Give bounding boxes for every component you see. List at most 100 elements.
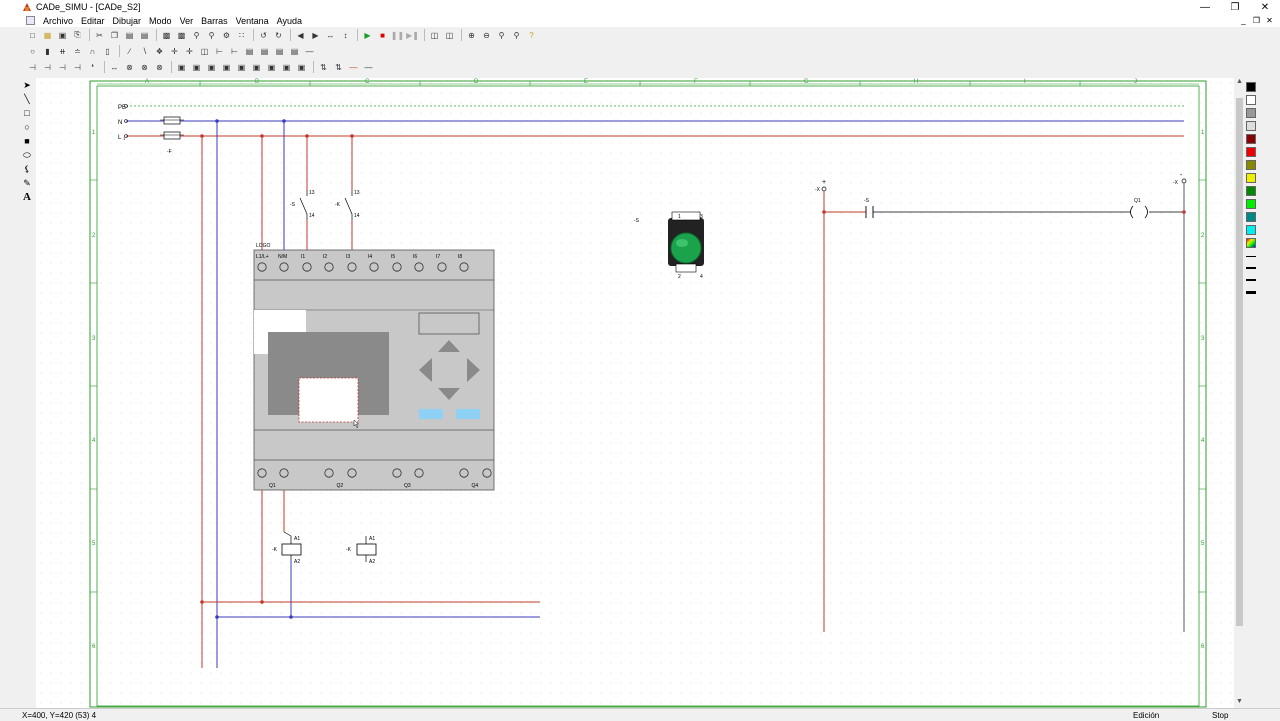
logo-input-terminal[interactable]	[302, 262, 312, 272]
color-darkred-swatch[interactable]	[1246, 134, 1256, 144]
line-medium-icon[interactable]	[1246, 267, 1256, 269]
draw-circle-icon[interactable]: ○	[20, 120, 34, 134]
group-icon[interactable]: ▩	[160, 29, 173, 42]
draw-line-icon[interactable]: ╲	[20, 92, 34, 106]
plc-icon[interactable]: ▣	[250, 61, 263, 74]
color-yellow-swatch[interactable]	[1246, 173, 1256, 183]
frame-icon[interactable]: ▤	[288, 45, 301, 58]
pushbutton-nc-icon[interactable]: ⊣	[41, 61, 54, 74]
logo-input-terminal[interactable]	[369, 262, 379, 272]
flip-horizontal-icon[interactable]: ↔	[324, 29, 337, 42]
flip-vertical-icon[interactable]: ↕	[339, 29, 352, 42]
simulate-pause-icon[interactable]: ❚❚	[391, 29, 404, 42]
mdi-close-icon[interactable]: ✕	[1263, 14, 1276, 27]
draw-filled-rectangle-icon[interactable]: ■	[20, 134, 34, 148]
logo-input-terminal[interactable]	[324, 262, 334, 272]
contact-nc-icon[interactable]: ∖	[138, 45, 151, 58]
line-black-icon[interactable]: —	[362, 61, 375, 74]
ungroup-icon[interactable]: ▩	[175, 29, 188, 42]
rotate-right-icon[interactable]: ▶	[309, 29, 322, 42]
menu-archivo[interactable]: Archivo	[39, 16, 77, 26]
logo-output-terminal[interactable]	[324, 468, 334, 478]
copy-icon[interactable]: ❐	[108, 29, 121, 42]
color-darkgreen-swatch[interactable]	[1246, 186, 1256, 196]
close-icon[interactable]: ✕	[1250, 0, 1280, 14]
logo-input-terminal[interactable]	[279, 262, 289, 272]
plc2-icon[interactable]: ▣	[265, 61, 278, 74]
menu-modo[interactable]: Modo	[145, 16, 176, 26]
color-gray-swatch[interactable]	[1246, 108, 1256, 118]
menu-barras[interactable]: Barras	[197, 16, 232, 26]
ladder-rung[interactable]: + -X - -X -S Q1	[815, 172, 1187, 632]
switch-s[interactable]: -S 13 14	[290, 190, 315, 220]
coil-timer2-icon[interactable]: ▣	[205, 61, 218, 74]
pushbutton-no-icon[interactable]: ⊣	[26, 61, 39, 74]
color-red-swatch[interactable]	[1246, 147, 1256, 157]
scroll-thumb[interactable]	[1236, 98, 1243, 626]
color-teal-swatch[interactable]	[1246, 212, 1256, 222]
logo-output-terminal[interactable]	[414, 468, 424, 478]
coil-timer-icon[interactable]: ▣	[190, 61, 203, 74]
phase-minus-icon[interactable]: ⇅	[332, 61, 345, 74]
color-white-swatch[interactable]	[1246, 95, 1256, 105]
simulate-stop-icon[interactable]: ■	[376, 29, 389, 42]
redo-icon[interactable]: ↻	[272, 29, 285, 42]
sensor-icon[interactable]: ⊣	[71, 61, 84, 74]
buzzer-icon[interactable]: ⊗	[153, 61, 166, 74]
terminal-strip-icon[interactable]: ◫	[198, 45, 211, 58]
zoom-in-icon[interactable]: ⊕	[465, 29, 478, 42]
help-icon[interactable]: ?	[525, 29, 538, 42]
lamp2-icon[interactable]: ⊗	[138, 61, 151, 74]
properties-icon[interactable]: ⚙	[220, 29, 233, 42]
plc3-icon[interactable]: ▣	[280, 61, 293, 74]
simulate-step-icon[interactable]: ▶❚	[406, 29, 419, 42]
scroll-down-icon[interactable]: ▼	[1234, 698, 1245, 708]
connect-net-icon[interactable]: ◫	[443, 29, 456, 42]
mdi-restore-icon[interactable]: ❐	[1250, 14, 1263, 27]
minimize-icon[interactable]: —	[1190, 0, 1220, 14]
find-next-icon[interactable]: ⚲	[205, 29, 218, 42]
color-green-swatch[interactable]	[1246, 199, 1256, 209]
draw-rectangle-icon[interactable]: □	[20, 106, 34, 120]
wire-icon[interactable]: ⊢	[213, 45, 226, 58]
motor-icon[interactable]: ▣	[295, 61, 308, 74]
arrows-icon[interactable]: ↔	[108, 61, 121, 74]
logo-plc[interactable]: LOGO L1/L+ N/M I1 I2 I3 I4 I5 I6 I7 I8 Q1 Q2 Q3 Q4	[253, 243, 495, 491]
line-thin-icon[interactable]	[1246, 256, 1256, 257]
push-pull-icon[interactable]: ❛	[86, 61, 99, 74]
save-icon[interactable]: ▣	[56, 29, 69, 42]
color-black-swatch[interactable]	[1246, 82, 1256, 92]
connect-icon[interactable]: ◫	[428, 29, 441, 42]
zoom-fit-icon[interactable]: ⚲	[495, 29, 508, 42]
color-cyan-swatch[interactable]	[1246, 225, 1256, 235]
relay-icon[interactable]: ▯	[101, 45, 114, 58]
line-heavy-icon[interactable]	[1246, 290, 1256, 294]
fuse-icon[interactable]: ○	[26, 45, 39, 58]
grid-icon[interactable]: ∷	[235, 29, 248, 42]
logo-output-terminal[interactable]	[392, 468, 402, 478]
open-folder-icon[interactable]: ▦	[41, 29, 54, 42]
color-olive-swatch[interactable]	[1246, 160, 1256, 170]
logo-output-terminal[interactable]	[482, 468, 492, 478]
line-red-icon[interactable]: —	[347, 61, 360, 74]
logo-input-terminal[interactable]	[347, 262, 357, 272]
print-icon[interactable]: ⎘	[71, 29, 84, 42]
disconnector-icon[interactable]: ⧺	[56, 45, 69, 58]
green-pushbutton[interactable]: -S 1 3 2 4	[634, 211, 704, 280]
find-icon[interactable]: ⚲	[190, 29, 203, 42]
logo-output-terminal[interactable]	[459, 468, 469, 478]
contactor-icon[interactable]: ▣	[220, 61, 233, 74]
coil-icon[interactable]: ▣	[175, 61, 188, 74]
switch-k[interactable]: -K 13 14	[335, 190, 360, 220]
cable-icon[interactable]: ▤	[243, 45, 256, 58]
menu-dibujar[interactable]: Dibujar	[109, 16, 146, 26]
logo-input-terminal[interactable]	[392, 262, 402, 272]
lamp-icon[interactable]: ⊗	[123, 61, 136, 74]
terminal-icon[interactable]: ✛	[183, 45, 196, 58]
zoom-out-icon[interactable]: ⊖	[480, 29, 493, 42]
cable2-icon[interactable]: ▤	[258, 45, 271, 58]
contact-no-icon[interactable]: ∕	[123, 45, 136, 58]
junction-icon[interactable]: ❖	[153, 45, 166, 58]
scroll-up-icon[interactable]: ▲	[1234, 78, 1245, 88]
menu-ayuda[interactable]: Ayuda	[273, 16, 306, 26]
